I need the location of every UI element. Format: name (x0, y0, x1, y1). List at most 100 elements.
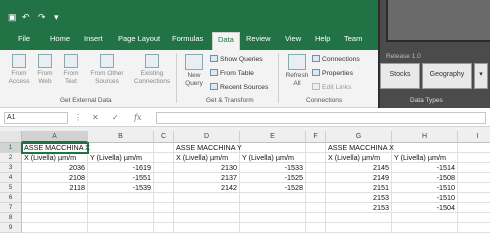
cell-e5[interactable]: -1528 (240, 183, 306, 193)
cell-d1[interactable]: ASSE MACCHINA Y (174, 143, 242, 153)
tab-file[interactable]: File (18, 34, 30, 43)
show-queries-button[interactable]: Show Queries (210, 55, 263, 63)
cell-f5[interactable] (306, 183, 326, 193)
cell-f2[interactable] (306, 153, 326, 163)
column-header-h[interactable]: H (392, 131, 458, 143)
row-header-2[interactable]: 2 (0, 153, 22, 163)
cell-a2[interactable]: X (Livella) µm/m (22, 153, 88, 163)
cell-h5[interactable]: -1510 (392, 183, 458, 193)
cell-b5[interactable]: -1539 (88, 183, 154, 193)
cell-b8[interactable] (88, 213, 154, 223)
cell-f4[interactable] (306, 173, 326, 183)
tab-page-layout[interactable]: Page Layout (118, 34, 160, 43)
row-header-4[interactable]: 4 (0, 173, 22, 183)
worksheet-grid[interactable]: A B C D E F G H I 1 ASSE MACCHINA X ASSE MACCHINA Y… (0, 131, 490, 244)
redo-icon[interactable]: ↷ (38, 12, 46, 23)
cell-a3[interactable]: 2036 (22, 163, 88, 173)
cell-d7[interactable] (174, 203, 240, 213)
cancel-icon[interactable]: ✕ (92, 113, 99, 122)
cell-i8[interactable] (458, 213, 490, 223)
cell-h1[interactable] (392, 143, 458, 153)
cell-f1[interactable] (306, 143, 326, 153)
cell-f9[interactable] (306, 223, 326, 233)
from-other-sources-button[interactable]: From Other Sources (86, 54, 128, 86)
from-access-button[interactable]: From Access (8, 54, 30, 86)
cell-i2[interactable] (458, 153, 490, 163)
cell-g6[interactable]: 2153 (326, 193, 392, 203)
cell-c4[interactable] (154, 173, 174, 183)
cell-d4[interactable]: 2137 (174, 173, 240, 183)
cell-g3[interactable]: 2145 (326, 163, 392, 173)
edit-links-button[interactable]: Edit Links (312, 83, 351, 91)
cell-f6[interactable] (306, 193, 326, 203)
cell-a6[interactable] (22, 193, 88, 203)
save-icon[interactable]: ▣ (8, 12, 17, 23)
cell-e4[interactable]: -1525 (240, 173, 306, 183)
cell-e1[interactable] (240, 143, 306, 153)
cell-d9[interactable] (174, 223, 240, 233)
cell-c7[interactable] (154, 203, 174, 213)
cell-i9[interactable] (458, 223, 490, 233)
column-header-a[interactable]: A (22, 131, 88, 143)
cell-b4[interactable]: -1551 (88, 173, 154, 183)
cell-e8[interactable] (240, 213, 306, 223)
cell-c5[interactable] (154, 183, 174, 193)
insert-function-button[interactable]: fx (134, 113, 141, 122)
cell-h4[interactable]: -1508 (392, 173, 458, 183)
tab-data[interactable]: Data (212, 32, 240, 50)
cell-g1[interactable]: ASSE MACCHINA X (326, 143, 394, 153)
cell-i7[interactable] (458, 203, 490, 213)
stocks-button[interactable]: Stocks (380, 63, 420, 89)
cell-i5[interactable] (458, 183, 490, 193)
cell-c8[interactable] (154, 213, 174, 223)
customize-icon[interactable]: ▾ (54, 12, 59, 23)
cell-i1[interactable] (458, 143, 490, 153)
from-text-button[interactable]: From Text (60, 54, 82, 86)
tab-insert[interactable]: Insert (84, 34, 103, 43)
cell-b1[interactable] (88, 143, 154, 153)
cell-i3[interactable] (458, 163, 490, 173)
cell-h7[interactable]: -1504 (392, 203, 458, 213)
cell-d3[interactable]: 2130 (174, 163, 240, 173)
cell-d8[interactable] (174, 213, 240, 223)
cell-e3[interactable]: -1533 (240, 163, 306, 173)
cell-c2[interactable] (154, 153, 174, 163)
cell-a8[interactable] (22, 213, 88, 223)
row-header-3[interactable]: 3 (0, 163, 22, 173)
cell-c6[interactable] (154, 193, 174, 203)
cell-h3[interactable]: -1514 (392, 163, 458, 173)
properties-button[interactable]: Properties (312, 69, 353, 77)
row-header-9[interactable]: 9 (0, 223, 22, 233)
row-header-8[interactable]: 8 (0, 213, 22, 223)
cell-h6[interactable]: -1510 (392, 193, 458, 203)
cell-a5[interactable]: 2118 (22, 183, 88, 193)
cell-d6[interactable] (174, 193, 240, 203)
connections-button[interactable]: Connections (312, 55, 360, 63)
new-query-button[interactable]: New Query (180, 54, 208, 88)
column-header-b[interactable]: B (88, 131, 154, 143)
name-box[interactable]: A1 (4, 112, 68, 124)
cell-b3[interactable]: -1619 (88, 163, 154, 173)
cell-d2[interactable]: X (Livella) µm/m (174, 153, 240, 163)
cell-e9[interactable] (240, 223, 306, 233)
cell-i6[interactable] (458, 193, 490, 203)
cell-c3[interactable] (154, 163, 174, 173)
cell-h9[interactable] (392, 223, 458, 233)
recent-sources-button[interactable]: Recent Sources (210, 83, 268, 91)
undo-icon[interactable]: ↶ (22, 12, 30, 23)
enter-icon[interactable]: ✓ (112, 113, 119, 122)
cell-c9[interactable] (154, 223, 174, 233)
cell-a1[interactable]: ASSE MACCHINA X (21, 142, 90, 154)
from-table-button[interactable]: From Table (210, 69, 254, 77)
cell-g8[interactable] (326, 213, 392, 223)
from-web-button[interactable]: From Web (34, 54, 56, 86)
geography-button[interactable]: Geography (422, 63, 472, 89)
cell-b7[interactable] (88, 203, 154, 213)
cell-i4[interactable] (458, 173, 490, 183)
refresh-all-button[interactable]: Refresh All (284, 54, 310, 88)
tab-view[interactable]: View (285, 34, 301, 43)
cell-e2[interactable]: Y (Livella) µm/m (240, 153, 306, 163)
cell-e6[interactable] (240, 193, 306, 203)
column-header-c[interactable]: C (154, 131, 174, 143)
column-header-e[interactable]: E (240, 131, 306, 143)
